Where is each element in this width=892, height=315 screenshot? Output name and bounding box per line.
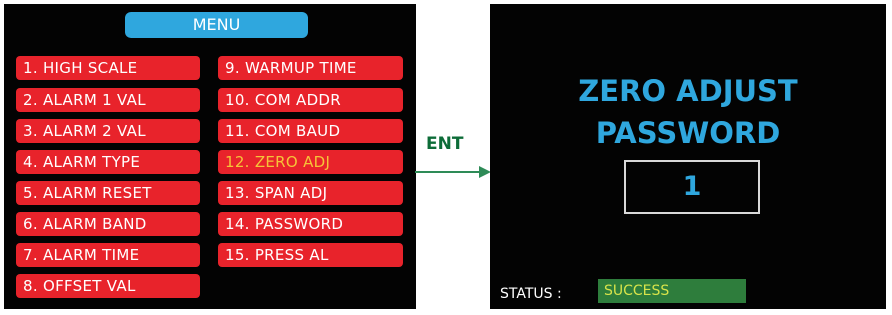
- menu-item-password[interactable]: 14. PASSWORD: [218, 212, 403, 236]
- password-input[interactable]: 1: [624, 160, 760, 214]
- ent-label: ENT: [426, 134, 464, 154]
- menu-item-alarm-reset[interactable]: 5. ALARM RESET: [16, 181, 200, 205]
- zero-adjust-screen: ZERO ADJUST PASSWORD 1 STATUS : SUCCESS: [490, 4, 886, 309]
- menu-item-press-al[interactable]: 15. PRESS AL: [218, 243, 403, 267]
- right-arrow-icon: [415, 166, 491, 178]
- zero-adjust-title: ZERO ADJUST: [578, 74, 798, 108]
- menu-item-alarm-2-val[interactable]: 3. ALARM 2 VAL: [16, 119, 200, 143]
- menu-item-span-adj[interactable]: 13. SPAN ADJ: [218, 181, 403, 205]
- menu-item-alarm-1-val[interactable]: 2. ALARM 1 VAL: [16, 88, 200, 112]
- status-label: STATUS :: [500, 286, 562, 302]
- menu-item-alarm-band[interactable]: 6. ALARM BAND: [16, 212, 200, 236]
- status-badge: SUCCESS: [598, 279, 746, 303]
- menu-item-high-scale[interactable]: 1. HIGH SCALE: [16, 56, 200, 80]
- password-title: PASSWORD: [595, 116, 781, 150]
- menu-item-zero-adj[interactable]: 12. ZERO ADJ: [218, 150, 403, 174]
- menu-item-alarm-time[interactable]: 7. ALARM TIME: [16, 243, 200, 267]
- menu-screen: MENU 1. HIGH SCALE 2. ALARM 1 VAL 3. ALA…: [4, 4, 416, 309]
- menu-item-com-baud[interactable]: 11. COM BAUD: [218, 119, 403, 143]
- menu-item-offset-val[interactable]: 8. OFFSET VAL: [16, 274, 200, 298]
- menu-item-warmup-time[interactable]: 9. WARMUP TIME: [218, 56, 403, 80]
- menu-item-alarm-type[interactable]: 4. ALARM TYPE: [16, 150, 200, 174]
- menu-title: MENU: [125, 12, 308, 38]
- menu-item-com-addr[interactable]: 10. COM ADDR: [218, 88, 403, 112]
